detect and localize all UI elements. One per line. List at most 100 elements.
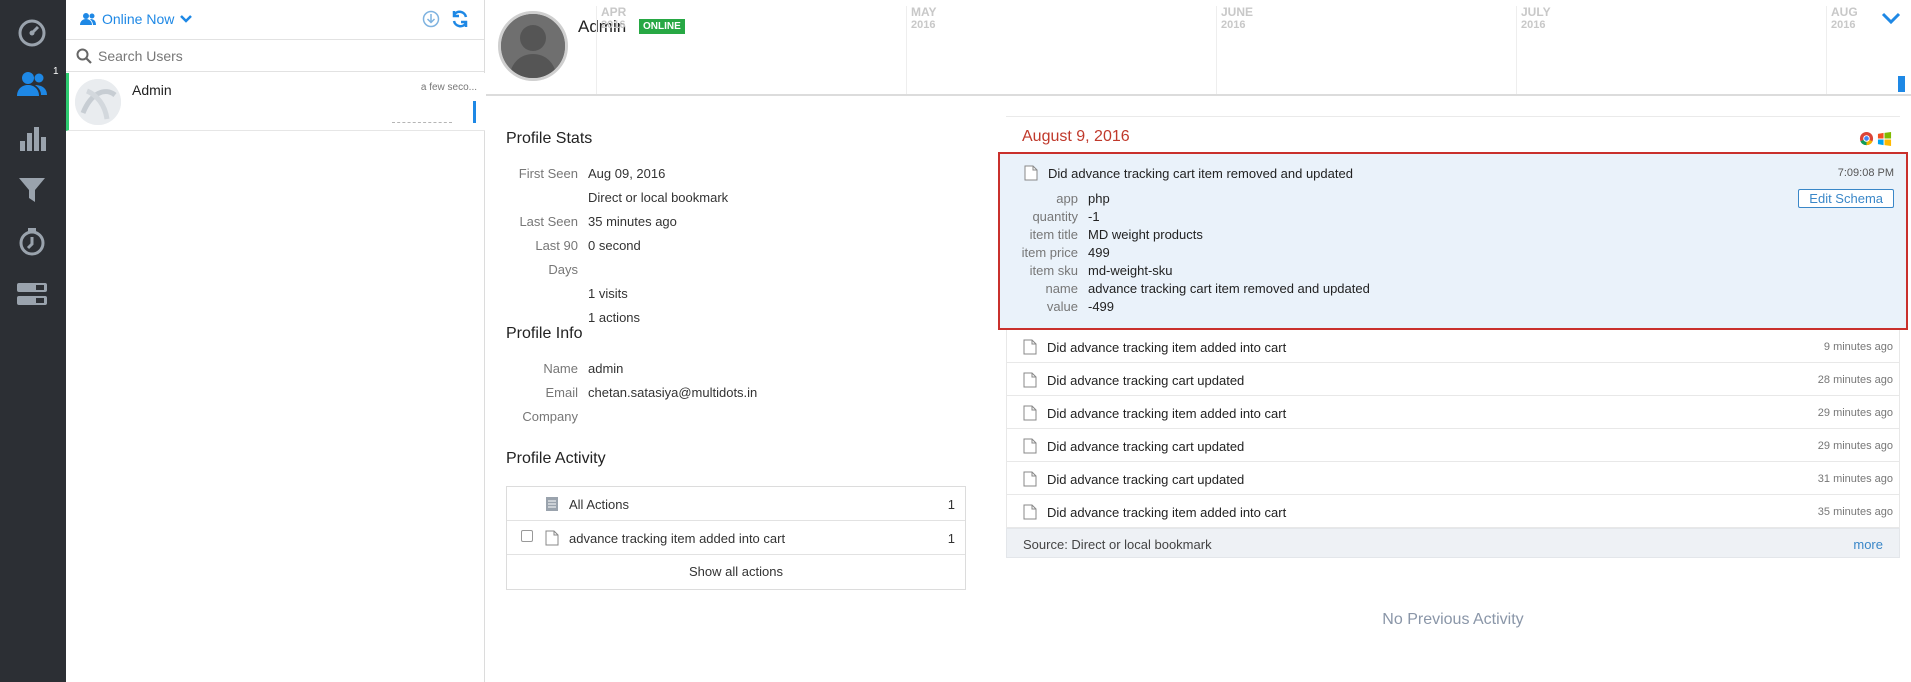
event-row[interactable]: Did advance tracking cart updated 28 min… <box>1006 363 1900 396</box>
property-key: item price <box>1021 245 1078 260</box>
event-text: Did advance tracking cart updated <box>1047 472 1245 487</box>
stat-row: Last Seen 35 minutes ago <box>506 210 966 234</box>
section-title: Profile Info <box>506 325 583 342</box>
timeline-scroll-marker[interactable] <box>1898 76 1905 92</box>
retention-icon[interactable] <box>14 224 50 260</box>
info-row: Name admin <box>506 357 966 381</box>
activity-sparkline <box>392 122 452 123</box>
chevron-down-icon[interactable] <box>1881 11 1901 28</box>
property-key: name <box>1045 281 1078 296</box>
users-icon[interactable] <box>14 66 50 102</box>
events-feed: August 9, 2016 Did advance tracking cart… <box>998 116 1908 558</box>
event-time: 7:09:08 PM <box>1837 167 1894 179</box>
user-list-panel: Online Now Admin a few seco... <box>66 0 485 682</box>
info-row: Email chetan.satasiya@multidots.in <box>506 381 966 405</box>
property-row: item price 499 <box>1016 244 1370 262</box>
event-time: 9 minutes ago <box>1823 341 1893 353</box>
online-filter-dropdown[interactable]: Online Now <box>80 11 193 27</box>
property-value: md-weight-sku <box>1088 263 1173 278</box>
icon-rail: 1 <box>0 0 66 682</box>
property-key: value <box>1046 299 1078 314</box>
event-text: Did advance tracking item added into car… <box>1047 505 1287 520</box>
document-icon <box>1023 438 1037 454</box>
event-row[interactable]: Did advance tracking item added into car… <box>1006 396 1900 429</box>
section-title: Profile Stats <box>506 130 593 147</box>
document-icon <box>1023 405 1037 421</box>
user-search-bar <box>66 40 484 72</box>
event-date-header: August 9, 2016 <box>1006 116 1900 152</box>
stat-key: Last Seen <box>519 214 578 229</box>
month-label: APR <box>601 5 627 19</box>
event-row[interactable]: Did advance tracking cart updated 31 min… <box>1006 462 1900 495</box>
event-time: 29 minutes ago <box>1817 407 1893 419</box>
stat-value: 35 minutes ago <box>588 214 677 229</box>
profile-header: Admin ONLINE APR 2016 MAY 2016 JUNE 2016 JU… <box>486 0 1911 96</box>
session-source-bar: Source: Direct or local bookmark more <box>1006 528 1900 558</box>
stat-key <box>506 282 588 306</box>
session-source: Source: Direct or local bookmark <box>1023 537 1212 552</box>
property-row: quantity -1 <box>1016 208 1370 226</box>
section-title: Profile Activity <box>506 450 606 467</box>
activity-bar <box>473 101 476 123</box>
download-icon[interactable] <box>422 10 440 31</box>
show-all-actions-button[interactable]: Show all actions <box>507 555 965 589</box>
all-actions-count: 1 <box>947 497 955 512</box>
property-value: MD weight products <box>1088 227 1203 242</box>
property-key: quantity <box>1032 209 1078 224</box>
stat-value: Direct or local bookmark <box>588 190 729 205</box>
activity-timeline[interactable]: APR 2016 MAY 2016 JUNE 2016 JULY 2016 AUG 201… <box>596 0 1896 96</box>
online-filter-label: Online Now <box>102 11 175 27</box>
timeline-month: AUG 2016 <box>1826 6 1858 94</box>
event-row[interactable]: Did advance tracking item added into car… <box>1006 330 1900 363</box>
profile-stats: Profile Stats First Seen Aug 09, 2016 Dir… <box>506 130 966 330</box>
property-value: -499 <box>1088 299 1115 314</box>
action-row[interactable]: advance tracking item added into cart 1 <box>507 521 965 555</box>
stat-value: Aug 09, 2016 <box>588 166 666 181</box>
stat-key: Last 90 Days <box>535 238 578 277</box>
event-detail-expanded[interactable]: Did advance tracking cart item removed a… <box>998 152 1908 330</box>
user-list-item[interactable]: Admin a few seco... <box>66 73 485 131</box>
event-text: Did advance tracking cart updated <box>1047 373 1245 388</box>
info-row: Company <box>506 405 966 429</box>
settings-panels-icon[interactable] <box>14 276 50 312</box>
stat-key <box>506 186 588 210</box>
event-text: Did advance tracking item added into car… <box>1047 340 1287 355</box>
dashboard-icon[interactable] <box>14 15 50 51</box>
event-time: 29 minutes ago <box>1817 440 1893 452</box>
stat-value: 1 visits <box>588 286 628 301</box>
action-checkbox[interactable] <box>521 530 533 542</box>
property-value: php <box>1088 191 1110 206</box>
user-last-seen: a few seco... <box>420 82 477 93</box>
analytics-icon[interactable] <box>14 120 50 156</box>
all-actions-row[interactable]: All Actions 1 <box>507 487 965 521</box>
info-value: chetan.satasiya@multidots.in <box>588 385 758 400</box>
document-icon <box>1023 339 1037 355</box>
all-actions-label: All Actions <box>569 497 629 512</box>
search-users-input[interactable] <box>98 45 468 67</box>
search-icon <box>76 48 92 64</box>
property-row: value -499 <box>1016 298 1370 316</box>
event-row[interactable]: Did advance tracking cart updated 29 min… <box>1006 429 1900 462</box>
stat-row: Direct or local bookmark <box>506 186 966 210</box>
users-icon <box>80 13 96 25</box>
stat-row: 1 visits <box>506 282 966 306</box>
document-icon <box>1024 165 1038 181</box>
year-label: 2016 <box>601 19 626 31</box>
property-row: name advance tracking cart item removed a… <box>1016 280 1369 298</box>
more-link[interactable]: more <box>1853 537 1883 552</box>
timeline-month: APR 2016 <box>596 6 626 94</box>
info-key: Email <box>545 385 578 400</box>
year-label: 2016 <box>911 19 936 31</box>
funnel-icon[interactable] <box>14 172 50 208</box>
event-row[interactable]: Did advance tracking item added into car… <box>1006 495 1900 528</box>
property-key: app <box>1056 191 1078 206</box>
info-key: Name <box>543 361 578 376</box>
user-panel-header: Online Now <box>66 0 484 40</box>
month-label: JULY <box>1521 5 1551 19</box>
refresh-icon[interactable] <box>450 9 470 32</box>
event-time: 35 minutes ago <box>1817 506 1893 518</box>
month-label: AUG <box>1831 5 1858 19</box>
list-icon <box>546 497 558 511</box>
edit-schema-button[interactable]: Edit Schema <box>1798 189 1894 208</box>
event-title: Did advance tracking cart item removed a… <box>1048 166 1353 181</box>
